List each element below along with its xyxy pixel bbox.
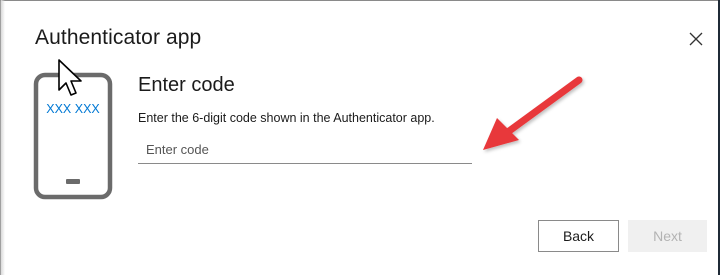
mouse-cursor-icon	[58, 59, 82, 96]
next-button[interactable]: Next	[628, 220, 707, 252]
instructions-text: Enter the 6-digit code shown in the Auth…	[138, 111, 435, 125]
dialog-title: Authenticator app	[35, 26, 202, 49]
window-edge-shadow	[1, 0, 5, 275]
section-heading: Enter code	[138, 74, 235, 96]
phone-code-text: XXX XXX	[46, 102, 100, 116]
back-button[interactable]: Back	[538, 220, 619, 252]
red-arrow-icon	[483, 76, 583, 150]
close-button[interactable]	[684, 27, 708, 51]
close-icon	[689, 32, 703, 46]
code-input[interactable]	[138, 136, 472, 164]
